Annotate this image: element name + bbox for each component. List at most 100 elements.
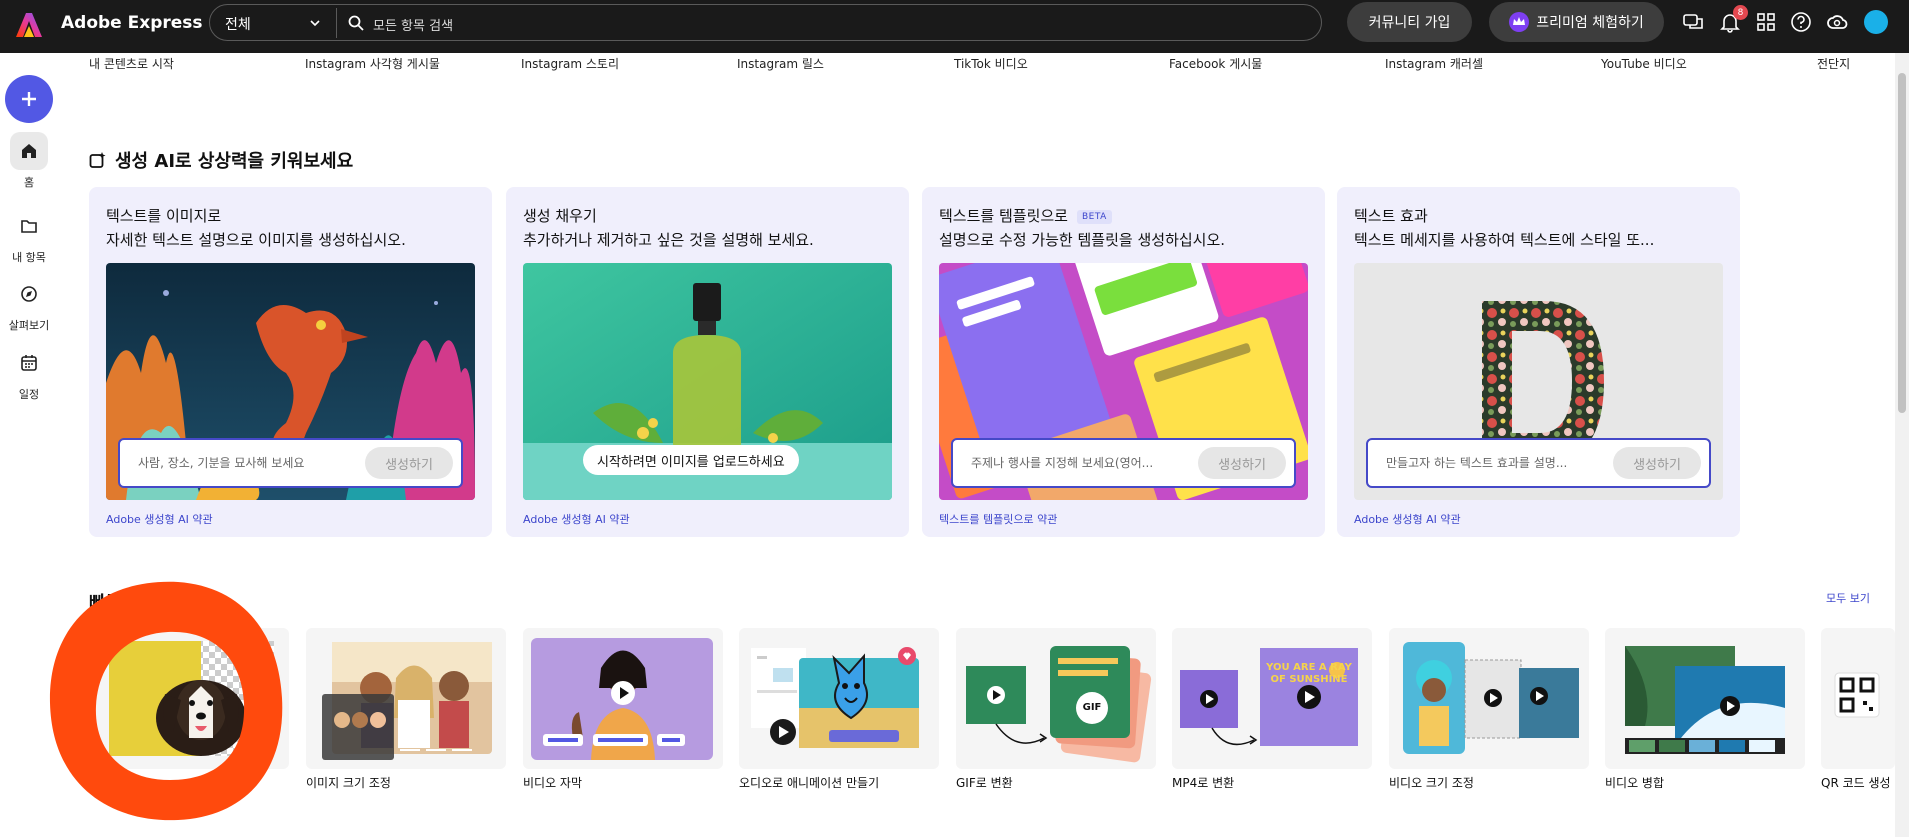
caption-video-tile[interactable] <box>523 628 723 769</box>
remove-background-tile[interactable] <box>89 628 289 769</box>
resize-image-tile[interactable] <box>306 628 506 769</box>
template-category-link[interactable]: Instagram 릴스 <box>737 55 824 72</box>
card-title: 텍스트 효과 <box>1354 207 1428 225</box>
app-title: Adobe Express <box>61 13 203 33</box>
quick-action-label: 이미지 크기 조정 <box>306 776 391 790</box>
template-category-link[interactable]: Instagram 캐러셀 <box>1385 55 1483 72</box>
search-bar[interactable]: 전체 모든 항목 검색 <box>209 4 1322 41</box>
card-title: 텍스트를 템플릿으로 BETA <box>939 205 1112 226</box>
search-input[interactable]: 모든 항목 검색 <box>373 15 453 34</box>
rail-item-schedule[interactable]: 일정 <box>0 344 58 402</box>
premium-trial-label: 프리미엄 체험하기 <box>1536 15 1644 31</box>
text-to-template-card[interactable]: 텍스트를 템플릿으로 BETA 설명으로 수정 가능한 템플릿을 생성하십시오. … <box>922 187 1325 537</box>
template-category-link[interactable]: Instagram 스토리 <box>521 55 619 72</box>
serum-bottle-image: 시작하려면 이미지를 업로드하세요 <box>523 263 892 500</box>
plus-icon <box>22 92 36 106</box>
template-category-link[interactable]: TikTok 비디오 <box>954 55 1028 72</box>
compass-icon <box>21 286 37 302</box>
card-subtitle: 추가하거나 제거하고 싶은 것을 설명해 보세요. <box>523 231 814 249</box>
card-subtitle: 설명으로 수정 가능한 템플릿을 생성하십시오. <box>939 231 1226 249</box>
quick-action-label: 비디오 병합 <box>1605 776 1665 790</box>
avatar[interactable] <box>1864 10 1888 34</box>
upload-image-button[interactable]: 시작하려면 이미지를 업로드하세요 <box>583 445 799 475</box>
generative-fill-card[interactable]: 생성 채우기 추가하거나 제거하고 싶은 것을 설명해 보세요. 시작하려면 이… <box>506 187 909 537</box>
animate-from-audio-tile[interactable] <box>739 628 939 769</box>
template-category-link[interactable]: Instagram 사각형 게시물 <box>305 55 440 72</box>
template-category-link[interactable]: YouTube 비디오 <box>1601 55 1687 72</box>
generate-button[interactable]: 생성하기 <box>365 447 453 479</box>
premium-trial-button[interactable]: 프리미엄 체험하기 <box>1489 2 1664 42</box>
home-icon <box>22 144 36 158</box>
merge-videos-tile[interactable] <box>1605 628 1805 769</box>
friends-photo-thumbnail <box>322 642 492 760</box>
text-to-image-prompt[interactable]: 사람, 장소, 기분을 묘사해 보세요 생성하기 <box>118 438 463 488</box>
terms-link[interactable]: Adobe 생성형 AI 약관 <box>106 511 213 527</box>
text-effects-prompt[interactable]: 만들고자 하는 텍스트 효과를 설명... 생성하기 <box>1366 438 1711 488</box>
terms-link[interactable]: Adobe 생성형 AI 약관 <box>523 511 630 527</box>
card-subtitle: 자세한 텍스트 설명으로 이미지를 생성하십시오. <box>106 231 406 249</box>
quick-action-label: 오디오로 애니메이션 만들기 <box>739 776 880 790</box>
search-scope-select[interactable]: 전체 <box>225 14 251 34</box>
dog-cutout-thumbnail <box>109 641 274 756</box>
text-effects-card[interactable]: 텍스트 효과 텍스트 메세지를 사용하여 텍스트에 스타일 또... 만들고자 … <box>1337 187 1740 537</box>
terms-link[interactable]: 텍스트를 템플릿으로 약관 <box>939 511 1057 527</box>
prompt-input[interactable]: 만들고자 하는 텍스트 효과를 설명... <box>1386 454 1596 471</box>
text-to-template-prompt[interactable]: 주제나 행사를 지정해 보세요(영어... 생성하기 <box>951 438 1296 488</box>
beta-badge: BETA <box>1076 209 1112 224</box>
scrollbar-thumb[interactable] <box>1898 73 1906 413</box>
mp4-art-text: YOU ARE A RAY OF SUNSHINE <box>1266 662 1352 685</box>
calendar-icon <box>21 355 37 371</box>
convert-to-gif-tile[interactable]: GIF <box>956 628 1156 769</box>
text-to-image-card[interactable]: 텍스트를 이미지로 자세한 텍스트 설명으로 이미지를 생성하십시오. 사람, … <box>89 187 492 537</box>
template-collage-image: 주제나 행사를 지정해 보세요(영어... 생성하기 <box>939 263 1308 500</box>
chevron-down-icon[interactable] <box>308 16 322 30</box>
rail-item-home[interactable]: 홈 <box>0 132 58 190</box>
search-icon <box>348 15 364 31</box>
template-category-link[interactable]: Facebook 게시물 <box>1169 55 1262 72</box>
help-icon[interactable] <box>1790 11 1812 33</box>
prompt-input[interactable]: 주제나 행사를 지정해 보세요(영어... <box>971 454 1181 471</box>
crown-icon <box>1509 12 1530 32</box>
chat-icon[interactable] <box>1682 11 1704 33</box>
gif-badge: GIF <box>1082 702 1102 713</box>
rail-label-my-stuff: 내 항목 <box>12 251 46 264</box>
top-bar: Adobe Express 전체 모든 항목 검색 커뮤니티 가입 프리미엄 체… <box>0 0 1909 53</box>
qr-code-tile[interactable] <box>1821 628 1895 769</box>
rail-item-discover[interactable]: 살펴보기 <box>0 275 58 333</box>
rail-label-home: 홈 <box>23 176 35 189</box>
card-title-text: 텍스트를 템플릿으로 <box>939 207 1068 225</box>
card-title: 생성 채우기 <box>523 207 597 225</box>
quick-actions-title: 빠른 작업 제안 <box>89 593 201 614</box>
floral-letter-image: 만들고자 하는 텍스트 효과를 설명... 생성하기 <box>1354 263 1723 500</box>
create-button[interactable] <box>5 75 53 123</box>
merge-video-thumbnail <box>1625 646 1785 754</box>
adobe-express-logo-icon[interactable] <box>15 11 43 39</box>
template-category-link[interactable]: 내 콘텐츠로 시작 <box>89 55 174 72</box>
card-subtitle: 텍스트 메세지를 사용하여 텍스트에 스타일 또... <box>1354 231 1655 249</box>
card-title: 텍스트를 이미지로 <box>106 207 222 225</box>
rail-item-my-stuff[interactable]: 내 항목 <box>0 207 58 265</box>
template-category-link[interactable]: 전단지 <box>1817 55 1850 72</box>
see-all-link[interactable]: 모두 보기 <box>1826 590 1870 606</box>
quick-action-label: 비디오 크기 조정 <box>1389 776 1474 790</box>
generate-button[interactable]: 생성하기 <box>1198 447 1286 479</box>
generate-button[interactable]: 생성하기 <box>1613 447 1701 479</box>
mp4-convert-thumbnail <box>1180 648 1358 746</box>
convert-to-mp4-tile[interactable]: YOU ARE A RAY OF SUNSHINE <box>1172 628 1372 769</box>
qr-code-icon <box>1834 672 1880 718</box>
prompt-input[interactable]: 사람, 장소, 기분을 묘사해 보세요 <box>138 454 348 471</box>
join-community-button[interactable]: 커뮤니티 가입 <box>1347 2 1472 42</box>
animated-character-thumbnail <box>751 647 919 748</box>
gen-ai-section-title: 생성 AI로 상상력을 키워보세요 <box>115 151 354 172</box>
terms-link[interactable]: Adobe 생성형 AI 약관 <box>1354 511 1461 527</box>
apps-grid-icon[interactable] <box>1755 11 1777 33</box>
creative-cloud-icon[interactable] <box>1826 11 1848 33</box>
vertical-scrollbar[interactable] <box>1895 53 1909 837</box>
rail-label-discover: 살펴보기 <box>8 319 50 332</box>
resize-video-tile[interactable] <box>1389 628 1589 769</box>
caption-video-thumbnail <box>531 638 713 760</box>
rail-label-schedule: 일정 <box>18 388 40 401</box>
sparkle-image-icon <box>89 152 106 168</box>
search-divider <box>336 8 337 38</box>
quick-action-label: MP4로 변환 <box>1172 776 1235 790</box>
